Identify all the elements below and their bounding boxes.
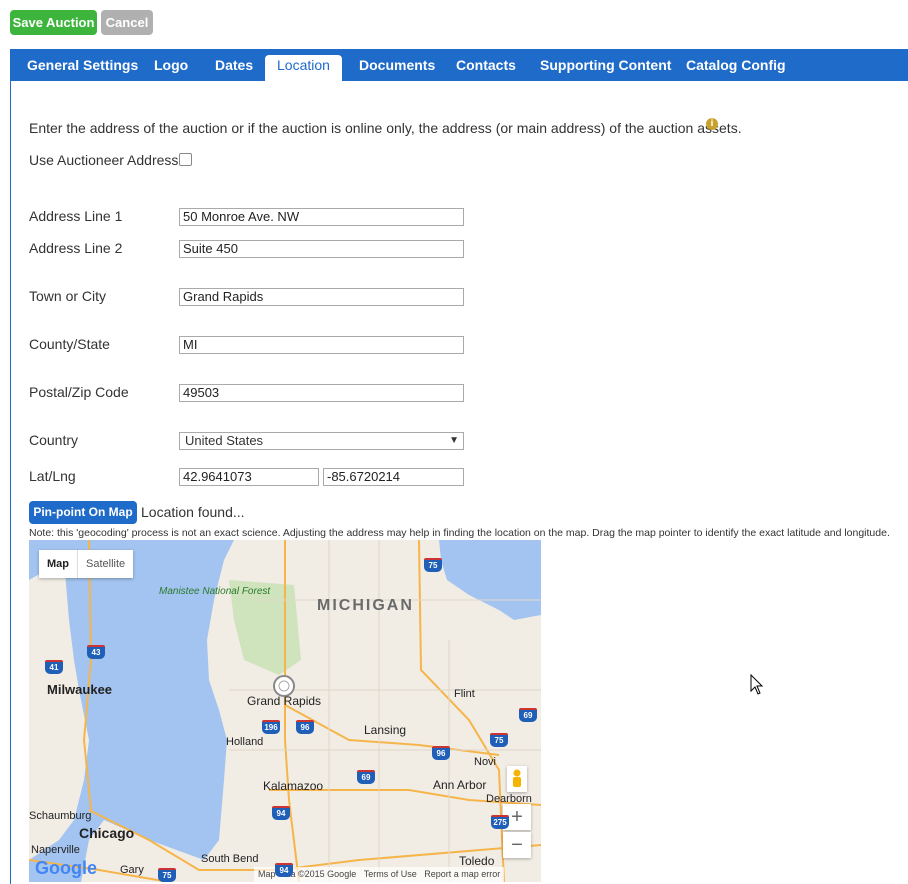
cancel-button[interactable]: Cancel — [101, 10, 153, 35]
highway-shield-icon: 75 — [424, 558, 442, 572]
tab-location[interactable]: Location — [265, 55, 342, 81]
map-type-map-button[interactable]: Map — [39, 550, 77, 578]
use-auctioneer-checkbox[interactable] — [179, 153, 192, 166]
dropdown-arrow-icon: ▼ — [449, 435, 459, 446]
map-report-link[interactable]: Report a map error — [424, 869, 500, 879]
tab-documents[interactable]: Documents — [359, 49, 435, 81]
highway-shield-icon: 75 — [490, 733, 508, 747]
highway-shield-icon: 196 — [262, 720, 280, 734]
address-line1-label: Address Line 1 — [29, 208, 123, 224]
map-label-kalamazoo: Kalamazoo — [263, 779, 324, 793]
map-label-gary: Gary — [120, 864, 144, 876]
state-input[interactable]: MI — [179, 336, 464, 354]
map-label-milwaukee: Milwaukee — [47, 682, 113, 697]
map-attribution: Map data ©2015 Google — [258, 869, 357, 879]
map-terms-link[interactable]: Terms of Use — [364, 869, 417, 879]
info-icon[interactable]: i — [706, 118, 718, 130]
highway-shield-icon: 94 — [272, 806, 290, 820]
highway-shield-icon: 96 — [432, 746, 450, 760]
address-line2-input[interactable]: Suite 450 — [179, 240, 464, 258]
highway-shield-icon: 43 — [87, 645, 105, 659]
tab-contacts[interactable]: Contacts — [456, 49, 516, 81]
location-status: Location found... — [141, 504, 245, 520]
street-view-pegman-icon[interactable] — [507, 766, 527, 792]
map-type-satellite-button[interactable]: Satellite — [77, 550, 133, 578]
map-label-south-bend: South Bend — [201, 853, 259, 865]
pin-point-on-map-button[interactable]: Pin-point On Map — [29, 501, 137, 524]
map-label-naperville: Naperville — [31, 844, 80, 856]
zip-input[interactable]: 49503 — [179, 384, 464, 402]
highway-shield-icon: 96 — [296, 720, 314, 734]
geocoding-note: Note: this 'geocoding' process is not an… — [29, 527, 890, 539]
map-label-chicago: Chicago — [79, 825, 135, 841]
map-label-ann-arbor: Ann Arbor — [433, 778, 487, 792]
country-select[interactable]: United States ▼ — [179, 432, 464, 450]
tab-catalog-config[interactable]: Catalog Config — [686, 49, 786, 81]
latitude-input[interactable]: 42.9641073 — [179, 468, 319, 486]
map-label-flint: Flint — [454, 688, 475, 700]
map-view[interactable]: Map Satellite MICHIGAN Manistee National … — [29, 540, 541, 882]
map-label-holland: Holland — [226, 736, 264, 748]
map-label-lansing: Lansing — [364, 723, 407, 737]
map-label-michigan: MICHIGAN — [317, 597, 414, 614]
map-label-novi: Novi — [474, 756, 497, 768]
latlng-label: Lat/Lng — [29, 468, 76, 484]
zip-label: Postal/Zip Code — [29, 384, 129, 400]
map-pin-icon[interactable] — [272, 674, 296, 704]
map-label-toledo: Toledo — [459, 854, 495, 868]
highway-shield-icon: 69 — [357, 770, 375, 784]
city-input[interactable]: Grand Rapids — [179, 288, 464, 306]
country-value: United States — [185, 433, 264, 448]
mouse-cursor-icon — [750, 674, 764, 695]
city-label: Town or City — [29, 288, 107, 304]
state-label: County/State — [29, 336, 110, 352]
highway-shield-icon: 69 — [519, 708, 537, 722]
highway-shield-icon: 94 — [275, 863, 293, 877]
save-auction-button[interactable]: Save Auction — [10, 10, 97, 35]
highway-shield-icon: 75 — [158, 868, 176, 882]
tab-general-settings[interactable]: General Settings — [27, 49, 138, 81]
address-line1-input[interactable]: 50 Monroe Ave. NW — [179, 208, 464, 226]
map-type-control: Map Satellite — [39, 550, 134, 578]
tab-logo[interactable]: Logo — [154, 49, 188, 81]
country-label: Country — [29, 432, 79, 448]
highway-shield-icon: 275 — [491, 815, 509, 829]
zoom-out-button[interactable]: − — [503, 832, 531, 858]
google-logo: Google — [35, 858, 97, 878]
longitude-input[interactable]: -85.6720214 — [323, 468, 464, 486]
tab-dates[interactable]: Dates — [215, 49, 253, 81]
tab-supporting-content[interactable]: Supporting Content — [540, 49, 671, 81]
intro-text: Enter the address of the auction or if t… — [29, 120, 742, 136]
map-label-forest: Manistee National Forest — [159, 586, 271, 597]
highway-shield-icon: 41 — [45, 660, 63, 674]
use-auctioneer-label: Use Auctioneer Address — [29, 152, 179, 168]
map-label-schaumburg: Schaumburg — [29, 810, 92, 822]
tab-bar: General Settings Logo Dates Location Doc… — [10, 49, 908, 81]
address-line2-label: Address Line 2 — [29, 240, 123, 256]
